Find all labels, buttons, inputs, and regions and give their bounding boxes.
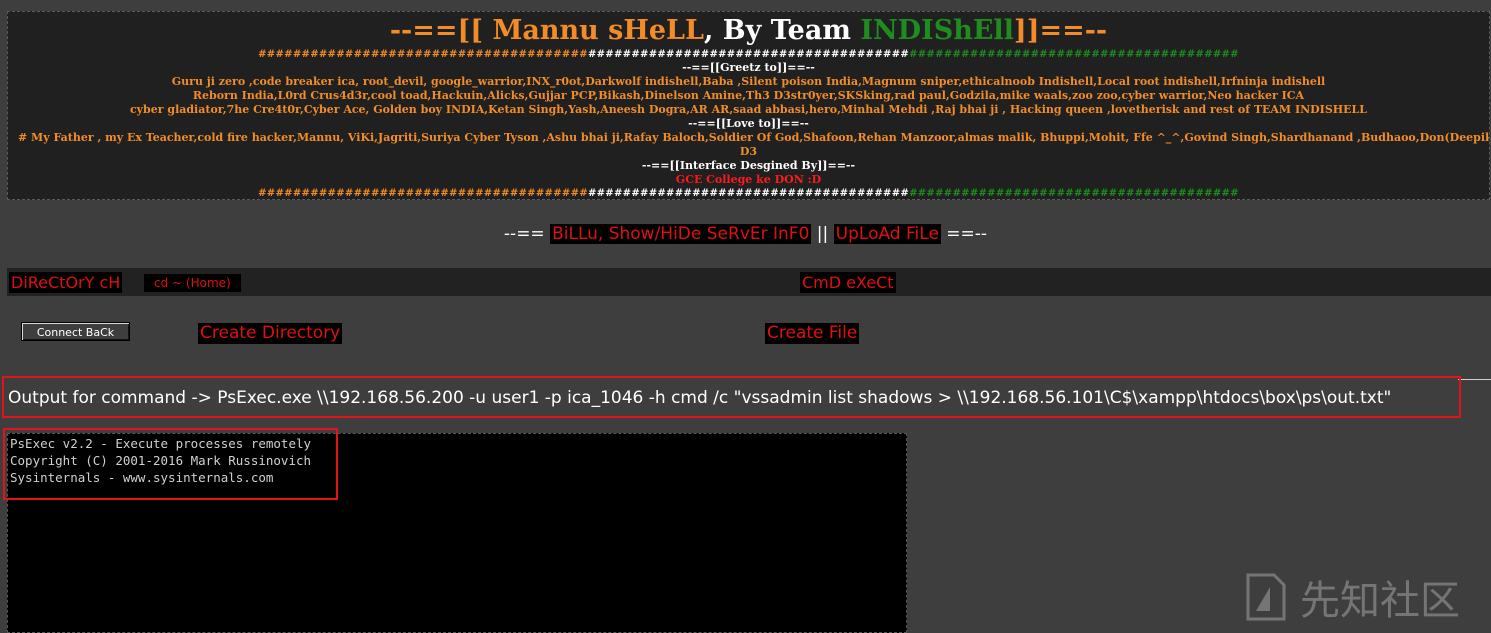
greetz-heading: --==[[Greetz to]]==-- xyxy=(682,61,815,74)
hash-divider-top: ########################################… xyxy=(258,49,1239,60)
hash-divider-bottom: ########################################… xyxy=(258,188,1239,199)
xianzhi-logo-icon xyxy=(1246,573,1286,621)
cd-home-input[interactable]: cd ~ (Home) xyxy=(144,274,241,292)
menu-suffix: ==-- xyxy=(940,224,988,244)
title-team-name: INDIShEll xyxy=(860,15,1014,46)
console-highlight-box xyxy=(3,428,338,500)
title-by: , By Team xyxy=(703,15,861,46)
command-output-heading: Output for command -> PsExec.exe \\192.1… xyxy=(8,388,1392,408)
directory-change-link[interactable]: DiReCtOrY cH xyxy=(9,272,123,293)
connect-back-button[interactable]: Connect BaCk xyxy=(21,322,130,341)
greetz-line: cyber gladiator,7he Cre4t0r,Cyber Ace, G… xyxy=(129,103,1368,116)
divider-line xyxy=(1458,379,1491,380)
watermark-text: 先知社区 xyxy=(1300,578,1460,624)
create-directory-link[interactable]: Create Directory xyxy=(198,323,343,344)
love-line: # My Father , my Ex Teacher,cold fire ha… xyxy=(18,131,1490,144)
love-line-cont: D3 xyxy=(739,145,758,158)
shell-banner: --==[[ Mannu sHeLL, By Team INDIShEll]]=… xyxy=(7,11,1490,200)
watermark: 先知社区 xyxy=(1240,568,1460,626)
upload-file-link[interactable]: UpLoAd FiLe xyxy=(833,224,941,244)
designed-by: GCE College ke DON :D xyxy=(675,173,822,186)
designed-heading: --==[[Interface Desgined By]]==-- xyxy=(641,159,856,172)
menu-separator: || xyxy=(811,224,834,244)
love-heading: --==[[Love to]]==-- xyxy=(688,117,809,130)
menu-prefix: --== xyxy=(503,224,551,244)
create-file-link[interactable]: Create File xyxy=(765,323,860,344)
banner-title: --==[[ Mannu sHeLL, By Team INDIShEll]]=… xyxy=(8,14,1489,48)
greetz-line: Reborn India,L0rd Crus4d3r,cool toad,Hac… xyxy=(192,89,1305,102)
cmd-exec-link[interactable]: CmD eXeCt xyxy=(800,272,896,293)
title-shell-name: Mannu sHeLL xyxy=(492,15,704,46)
title-prefix: --==[[ xyxy=(389,15,493,46)
title-suffix: ]]==-- xyxy=(1013,15,1108,46)
top-menu: --== BiLLu, Show/HiDe SeRvEr InF0 || UpL… xyxy=(0,224,1491,244)
server-info-toggle-link[interactable]: BiLLu, Show/HiDe SeRvEr InF0 xyxy=(550,224,812,244)
greetz-line: Guru ji zero ,code breaker ica, root_dev… xyxy=(171,75,1326,88)
